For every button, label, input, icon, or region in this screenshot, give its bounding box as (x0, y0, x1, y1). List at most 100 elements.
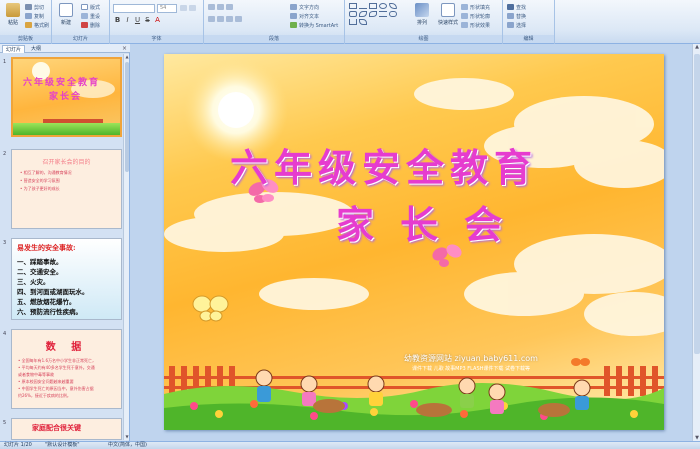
shape-effects-button[interactable]: 形状效果 (461, 21, 490, 29)
editor-scrollbar-thumb[interactable] (694, 54, 700, 354)
thumb4-bullet: 或者食物中毒等事故 (18, 372, 54, 377)
quick-styles-button[interactable]: 快速样式 (437, 3, 459, 33)
alignment-buttons[interactable] (208, 15, 242, 23)
bold-icon[interactable]: B (114, 16, 121, 24)
tab-slides[interactable]: 幻灯片 (2, 45, 26, 53)
thumb3-item: 五、燃放烟花爆竹。 (17, 298, 76, 306)
effects-icon (461, 22, 468, 28)
shape-curve-icon[interactable] (359, 11, 367, 17)
bullets-icon (208, 4, 215, 10)
thumb3-item: 二、交通安全。 (17, 268, 63, 276)
font-format-row: B I U S A (114, 16, 161, 24)
slide-title-line2[interactable]: 家长会 (336, 194, 528, 249)
shape-triangle-icon[interactable] (389, 3, 397, 9)
thumb-title-line1: 六年级安全教育 (23, 78, 101, 88)
editor-scrollbar[interactable]: ▲ ▼ (692, 44, 700, 441)
numbering-icon (217, 4, 224, 10)
layout-button[interactable]: 版式 (81, 3, 100, 11)
slide-counter: 幻灯片 1/20 (4, 442, 32, 448)
slide-editor: 六年级安全教育 家长会 幼教资源网站 ziyuan.baby611.com 课件… (130, 44, 700, 441)
arrange-button[interactable]: 排列 (411, 3, 433, 33)
thumbs-scrollbar[interactable]: ▲ ▼ (123, 54, 129, 440)
thumb3-item: 一、踩踏事故。 (17, 258, 63, 266)
close-icon[interactable]: × (122, 45, 127, 52)
drawing-group-label: 绘图 (345, 35, 502, 43)
reset-button[interactable]: 重设 (81, 12, 100, 20)
new-slide-button[interactable]: 新建 (55, 3, 77, 33)
slide-thumbnail-4[interactable]: 数 据 • 全国每年有1.6万名中小学生非正常死亡， • 平均每天约有40多名学… (11, 329, 122, 409)
delete-icon (81, 22, 88, 28)
grow-font-icon (180, 5, 187, 11)
drawing-group: 排列 快速样式 形状填充 形状轮廓 形状效果 绘图 (345, 0, 503, 44)
delete-slide-button[interactable]: 删除 (81, 21, 100, 29)
slide-thumbnail-2[interactable]: 召开家长会的目的 • 相互了解的，沟通教育情况 • 营造安全的学习氛围 • 为了… (11, 149, 122, 229)
align-right-icon (226, 16, 233, 22)
scrollbar-thumb[interactable] (125, 62, 129, 172)
smartart-button[interactable]: 转换为 SmartArt (290, 21, 338, 29)
font-group: 54 B I U S A 字体 (110, 0, 204, 44)
tab-outline[interactable]: 大纲 (28, 45, 44, 53)
slide-thumbnail-1[interactable]: 六年级安全教育 家长会 (11, 57, 122, 137)
smartart-icon (290, 22, 297, 28)
font-color-icon[interactable]: A (154, 16, 161, 24)
text-direction-icon (290, 4, 297, 10)
shape-rect2-icon[interactable] (369, 3, 377, 9)
shape-star-icon[interactable] (369, 11, 377, 17)
shape-brace-icon[interactable] (379, 11, 387, 17)
quick-styles-icon (441, 3, 455, 17)
thumb3-item: 六、预防流行性疾病。 (17, 308, 82, 316)
paragraph-group: 文字方向 对齐文本 转换为 SmartArt 段落 (204, 0, 345, 44)
scroll-up-icon[interactable]: ▲ (693, 44, 700, 50)
font-family-select[interactable] (113, 4, 155, 13)
thumb4-heading: 数 据 (45, 342, 88, 353)
strikethrough-icon[interactable]: S (144, 16, 151, 24)
align-text-button[interactable]: 对齐文本 (290, 12, 319, 20)
format-painter-button[interactable]: 格式刷 (25, 21, 49, 29)
shape-oval-icon[interactable] (379, 3, 387, 9)
shape-bracket-icon[interactable] (349, 19, 357, 25)
new-slide-icon (59, 3, 73, 17)
paste-button[interactable]: 粘贴 (2, 3, 24, 33)
shape-line-icon[interactable] (359, 3, 367, 9)
thumb4-bullet: • 原本校园安全问题越来越重要 (18, 379, 74, 384)
paragraph-group-label: 段落 (204, 35, 344, 43)
thumb4-bullet: • 平均每天约有40多名学生死于意外。交通 (18, 365, 95, 370)
binoculars-icon (507, 4, 514, 10)
current-slide[interactable]: 六年级安全教育 家长会 幼教资源网站 ziyuan.baby611.com 课件… (164, 54, 664, 430)
status-bar: 幻灯片 1/20 "默认设计模板" 中文(简体，中国) (0, 441, 700, 449)
slide-thumbnail-5[interactable]: 家庭配合很关键 (11, 418, 122, 440)
thumb-grass (13, 123, 120, 135)
select-button[interactable]: 选择 (507, 21, 526, 29)
underline-icon[interactable]: U (134, 16, 141, 24)
copy-icon (25, 13, 32, 19)
cut-button[interactable]: 剪切 (25, 3, 44, 11)
font-size-select[interactable]: 54 (157, 4, 177, 13)
text-direction-button[interactable]: 文字方向 (290, 3, 319, 11)
thumb5-heading: 家庭配合很关键 (32, 424, 81, 432)
align-center-icon (217, 16, 224, 22)
find-button[interactable]: 查找 (507, 3, 526, 11)
copy-button[interactable]: 复制 (25, 12, 44, 20)
shape-wave-icon[interactable] (359, 19, 367, 25)
thumb2-heading: 召开家长会的目的 (42, 159, 91, 166)
arrange-icon (415, 3, 429, 17)
shapes-gallery[interactable] (349, 3, 405, 25)
slide-thumbnail-3[interactable]: 易发生的安全事故: 一、踩踏事故。 二、交通安全。 三、火灾。 四、到河面或湖面… (11, 238, 122, 320)
clipboard-group-label: 剪贴板 (0, 35, 51, 43)
scissors-icon (25, 4, 32, 10)
shape-outline-button[interactable]: 形状轮廓 (461, 12, 490, 20)
thumb3-heading: 易发生的安全事故: (17, 243, 76, 252)
replace-button[interactable]: 替换 (507, 12, 526, 20)
shape-rect-icon[interactable] (349, 3, 357, 9)
slides-group: 新建 版式 重设 删除 幻灯片 (52, 0, 110, 44)
grow-font-button[interactable] (180, 4, 196, 12)
shape-fill-button[interactable]: 形状填充 (461, 3, 490, 11)
thumb4-bullet: • 中国学生死亡的原因当中，意外伤害占据 (18, 386, 94, 391)
editing-group: 查找 替换 选择 编辑 (503, 0, 555, 44)
thumb2-bullet: • 为了孩子更好的成长 (20, 186, 60, 191)
bullets-button[interactable] (208, 3, 233, 11)
italic-icon[interactable]: I (124, 16, 131, 24)
shape-arrow-icon[interactable] (349, 11, 357, 17)
shape-callout-icon[interactable] (389, 11, 397, 17)
slide-title-line1[interactable]: 六年级安全教育 (230, 137, 538, 192)
